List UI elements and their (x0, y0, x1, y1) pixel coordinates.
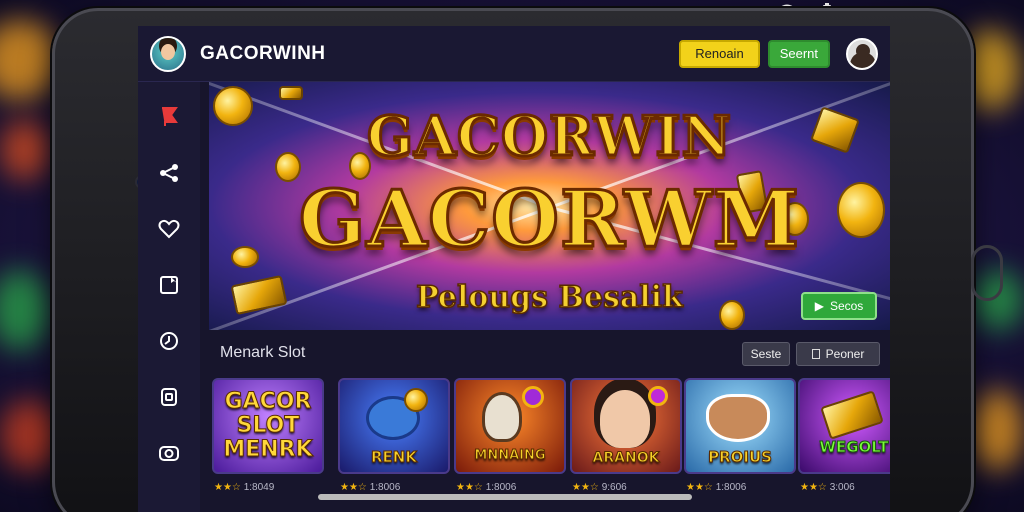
game-meta: ★★☆ 1:8049 (214, 482, 275, 493)
gold-bar (279, 86, 303, 100)
horizontal-scrollbar[interactable] (318, 494, 692, 500)
game-card[interactable]: ARANOK ★★☆ 9:606 (570, 378, 682, 512)
sidebar-item-flag[interactable] (149, 97, 189, 137)
gold-coin (404, 388, 428, 412)
wallet-icon (161, 388, 177, 406)
app-header: GACORWINH Renoain Seernt (138, 26, 890, 82)
game-title: PROIUS (708, 448, 773, 467)
sidebar-item-bookmark[interactable] (149, 265, 189, 305)
background-blob (0, 270, 50, 350)
game-title: ARANOK (592, 450, 660, 467)
sidebar-item-wallet[interactable] (149, 377, 189, 417)
game-thumbnail: ARANOK (570, 378, 682, 474)
history-icon (160, 332, 178, 350)
game-title: GACOR SLOT MENRK (223, 389, 313, 462)
banner-subtitle: Pelougs Besalik (415, 279, 683, 316)
section-button-2-label: Peoner (825, 347, 865, 361)
sidebar-item-history[interactable] (149, 321, 189, 361)
sidebar-item-share[interactable] (149, 153, 189, 193)
bookmark-icon (160, 276, 178, 294)
sidebar (138, 82, 200, 512)
user-avatar[interactable] (846, 37, 878, 70)
game-meta: ★★☆ 1:8006 (686, 482, 747, 493)
sidebar-item-heart[interactable] (149, 209, 189, 249)
camera-icon (159, 446, 179, 461)
signup-button[interactable]: Seernt (767, 39, 830, 68)
section-title: Menark Slot (220, 344, 306, 361)
game-meta: ★★☆ 1:8006 (340, 482, 401, 493)
section-button-2[interactable]: Peoner (796, 342, 880, 366)
gem-icon (648, 386, 668, 406)
sidebar-item-camera[interactable] (149, 433, 189, 473)
background-blob (0, 20, 60, 100)
game-card[interactable]: PROIUS ★★☆ 1:8006 (684, 378, 796, 512)
background-blob (970, 390, 1024, 470)
banner-title-line2: GACORWM (297, 173, 801, 267)
share-icon (160, 164, 178, 182)
game-thumbnail: RENK (338, 378, 450, 474)
promo-banner[interactable]: GACORWIN GACORWM Pelougs Besalik ▶ Secos (209, 82, 890, 330)
game-card[interactable]: WEGOLT ★★☆ 3:006 (798, 378, 890, 512)
game-list: GACOR SLOT MENRK ★★☆ 1:8049 RENK ★★☆ 1:8… (212, 378, 890, 498)
game-thumbnail: MNNAING (454, 378, 566, 474)
game-thumbnail: PROIUS (684, 378, 796, 474)
background-blob (0, 400, 60, 470)
checkbox-icon (811, 349, 820, 359)
play-icon: ▶ (814, 299, 824, 313)
login-button[interactable]: Renoain (679, 39, 760, 68)
character-cat (706, 394, 770, 442)
brand-name: GACORWINH (200, 42, 326, 64)
heart-icon (158, 219, 180, 239)
flag-icon (162, 107, 178, 126)
game-card[interactable]: RENK ★★☆ 1:8006 (338, 378, 450, 512)
game-meta: ★★☆ 9:606 (572, 482, 627, 493)
game-title: MNNAING (474, 448, 546, 464)
game-card[interactable]: MNNAING ★★☆ 1:8006 (454, 378, 566, 512)
game-title: WEGOLT (819, 438, 889, 457)
game-title: RENK (371, 448, 418, 467)
banner-play-button[interactable]: ▶ Secos (801, 292, 877, 320)
game-meta: ★★☆ 3:006 (800, 482, 855, 493)
game-thumbnail: GACOR SLOT MENRK (212, 378, 324, 474)
gold-bar (820, 390, 884, 440)
banner-title-line1: GACORWIN (366, 103, 733, 170)
banner-play-label: Secos (829, 299, 864, 313)
character-bird (482, 392, 522, 442)
game-meta: ★★☆ 1:8006 (456, 482, 517, 493)
character-girl (600, 390, 650, 448)
gem-icon (522, 386, 544, 408)
home-button[interactable] (971, 245, 1003, 301)
brand-logo[interactable] (150, 35, 186, 72)
section-button-1[interactable]: Seste (742, 342, 790, 366)
game-card[interactable]: GACOR SLOT MENRK ★★☆ 1:8049 (212, 378, 324, 512)
background-blob (0, 120, 50, 180)
app-screen: GACORWINH Renoain Seernt GACORWIN GACORW… (138, 26, 890, 512)
game-thumbnail: WEGOLT (798, 378, 890, 474)
